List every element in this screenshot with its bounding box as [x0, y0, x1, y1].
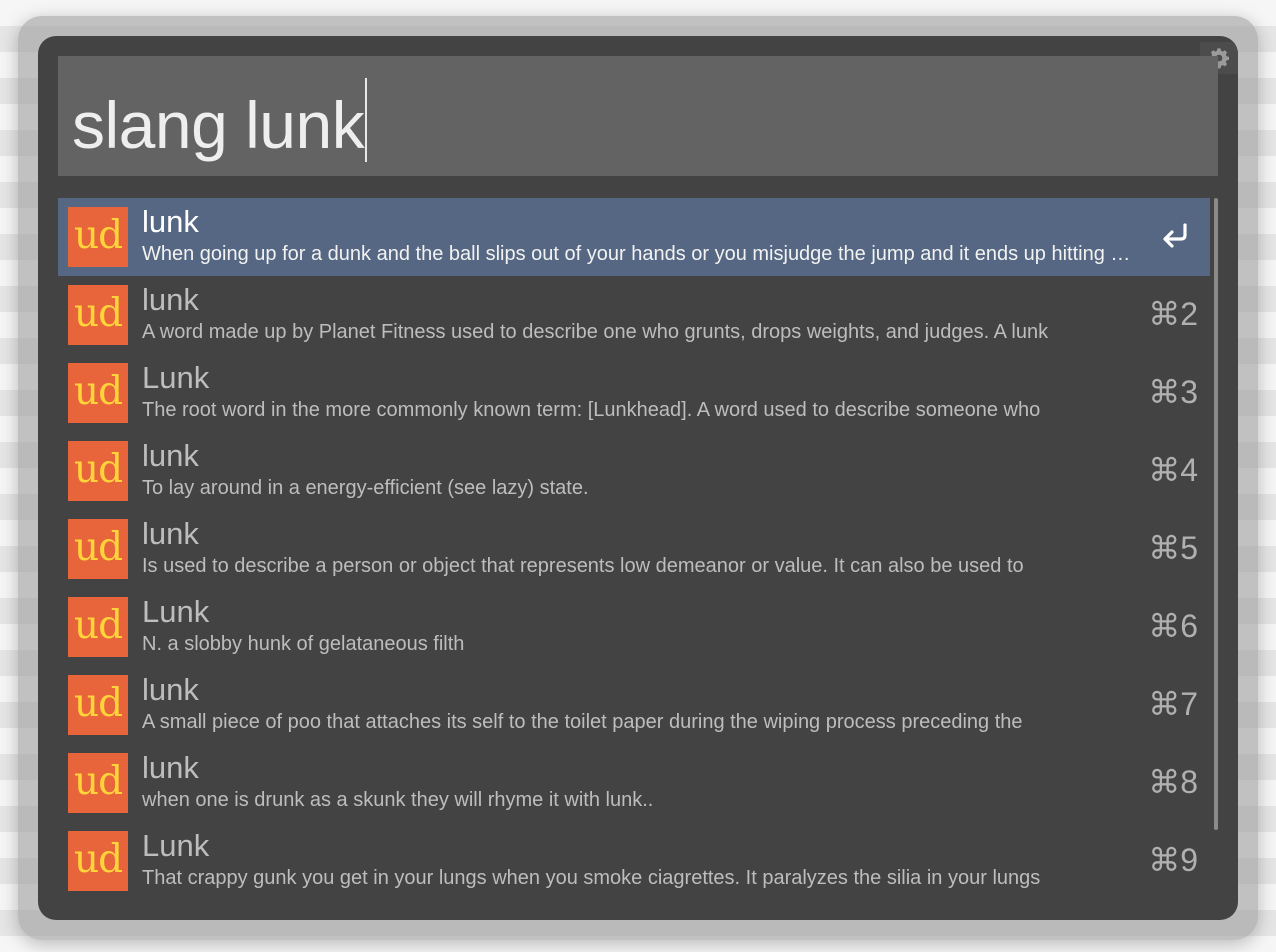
- result-shortcut: ⌘3: [1148, 374, 1198, 410]
- search-text: slang lunk: [72, 78, 368, 165]
- search-query: slang lunk: [72, 88, 365, 162]
- result-subtitle: Is used to describe a person or object t…: [142, 555, 1024, 577]
- return-arrow-icon: [1160, 218, 1192, 258]
- result-title: lunk: [142, 282, 199, 317]
- result-item[interactable]: ud lunk Is used to describe a person or …: [58, 510, 1210, 588]
- result-title: lunk: [142, 204, 199, 239]
- result-title: lunk: [142, 516, 199, 551]
- urban-dictionary-icon: ud: [68, 675, 128, 735]
- result-title: lunk: [142, 672, 199, 707]
- search-input[interactable]: slang lunk: [58, 56, 1218, 176]
- urban-dictionary-icon: ud: [68, 207, 128, 267]
- result-title: Lunk: [142, 360, 210, 395]
- urban-dictionary-icon: ud: [68, 519, 128, 579]
- result-subtitle: A small piece of poo that attaches its s…: [142, 711, 1023, 733]
- result-shortcut: ⌘5: [1148, 530, 1198, 566]
- results-scrollbar[interactable]: [1214, 198, 1218, 830]
- urban-dictionary-icon: ud: [68, 597, 128, 657]
- results-list: ud lunk When going up for a dunk and the…: [58, 198, 1210, 900]
- result-subtitle: when one is drunk as a skunk they will r…: [142, 789, 654, 811]
- result-subtitle: A word made up by Planet Fitness used to…: [142, 321, 1049, 343]
- result-shortcut: ⌘6: [1148, 608, 1198, 644]
- result-subtitle: That crappy gunk you get in your lungs w…: [142, 867, 1041, 889]
- result-title: Lunk: [142, 828, 210, 863]
- result-item[interactable]: ud Lunk That crappy gunk you get in your…: [58, 822, 1210, 900]
- result-shortcut: ⌘9: [1148, 842, 1198, 878]
- urban-dictionary-icon: ud: [68, 285, 128, 345]
- result-item[interactable]: ud Lunk N. a slobby hunk of gelataneous …: [58, 588, 1210, 666]
- result-title: lunk: [142, 438, 199, 473]
- result-item[interactable]: ud lunk A small piece of poo that attach…: [58, 666, 1210, 744]
- launcher-window: slang lunk ud lunk When going up for a d…: [38, 36, 1238, 920]
- result-title: Lunk: [142, 594, 210, 629]
- urban-dictionary-icon: ud: [68, 831, 128, 891]
- result-title: lunk: [142, 750, 199, 785]
- result-subtitle: When going up for a dunk and the ball sl…: [142, 243, 1132, 265]
- result-subtitle: The root word in the more commonly known…: [142, 399, 1041, 421]
- result-item[interactable]: ud lunk when one is drunk as a skunk the…: [58, 744, 1210, 822]
- result-subtitle: To lay around in a energy-efficient (see…: [142, 477, 589, 499]
- urban-dictionary-icon: ud: [68, 753, 128, 813]
- urban-dictionary-icon: ud: [68, 363, 128, 423]
- result-item[interactable]: ud lunk A word made up by Planet Fitness…: [58, 276, 1210, 354]
- urban-dictionary-icon: ud: [68, 441, 128, 501]
- result-item[interactable]: ud lunk When going up for a dunk and the…: [58, 198, 1210, 276]
- result-item[interactable]: ud lunk To lay around in a energy-effici…: [58, 432, 1210, 510]
- result-shortcut: ⌘7: [1148, 686, 1198, 722]
- result-shortcut: ⌘8: [1148, 764, 1198, 800]
- text-caret: [365, 78, 368, 162]
- result-item[interactable]: ud Lunk The root word in the more common…: [58, 354, 1210, 432]
- result-shortcut: ⌘2: [1148, 296, 1198, 332]
- result-subtitle: N. a slobby hunk of gelataneous filth: [142, 633, 465, 655]
- result-shortcut: ⌘4: [1148, 452, 1198, 488]
